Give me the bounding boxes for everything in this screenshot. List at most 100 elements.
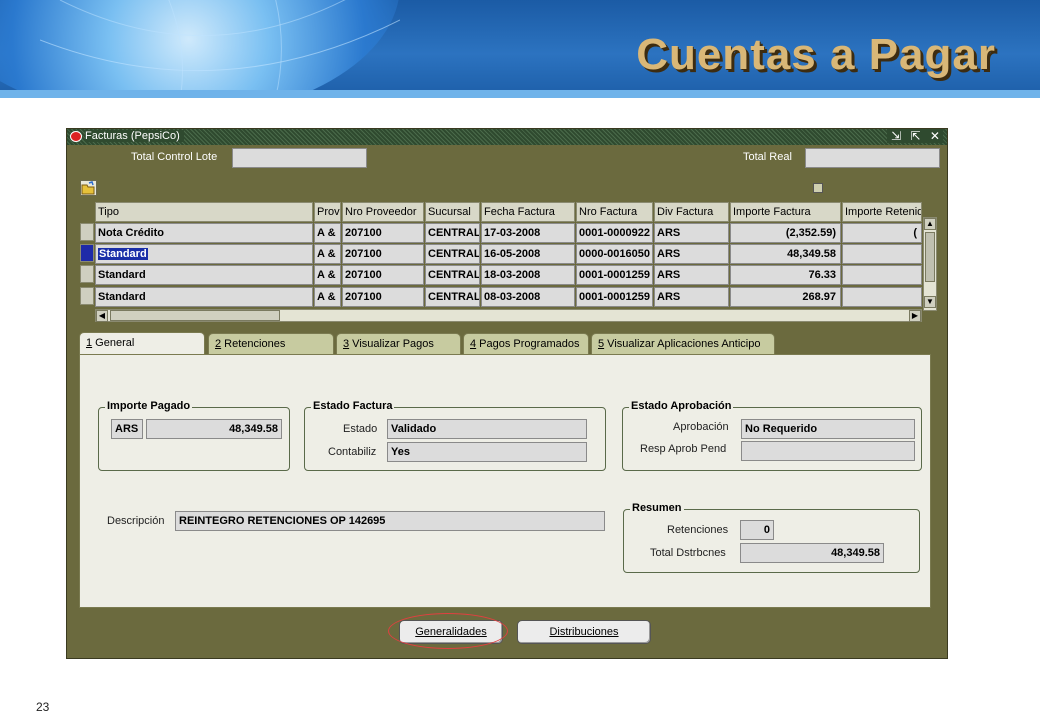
cell-fecha[interactable]: 17-03-2008 xyxy=(481,223,575,243)
row-selector[interactable] xyxy=(80,287,94,305)
contabiliz-field[interactable]: Yes xyxy=(387,442,587,462)
estado-aprobacion-title: Estado Aprobación xyxy=(629,400,734,412)
cell-nro-proveedor[interactable]: 207100 xyxy=(342,223,424,243)
cell-tipo[interactable]: Nota Crédito xyxy=(95,223,313,243)
cell-div[interactable]: ARS xyxy=(654,244,729,264)
tab-visualizar-pagos[interactable]: 3 Visualizar Pagos xyxy=(336,333,461,354)
col-header-nro-factura[interactable]: Nro Factura xyxy=(576,202,653,222)
col-header-fecha-factura[interactable]: Fecha Factura xyxy=(481,202,575,222)
estado-field[interactable]: Validado xyxy=(387,419,587,439)
retenciones-field[interactable]: 0 xyxy=(740,520,774,540)
resumen-title: Resumen xyxy=(630,502,684,514)
cell-prov[interactable]: A & xyxy=(314,244,341,264)
distribuciones-button[interactable]: Distribuciones xyxy=(517,620,651,644)
resumen-group: Resumen Retenciones 0 Total Dstrbcnes 48… xyxy=(623,502,920,573)
tab-label: General xyxy=(92,337,135,349)
cell-nro-proveedor[interactable]: 207100 xyxy=(342,244,424,264)
cell-retenido[interactable]: ( xyxy=(842,223,922,243)
horizontal-scroll-thumb[interactable] xyxy=(110,310,280,321)
cell-nro-proveedor[interactable]: 207100 xyxy=(342,287,424,307)
cell-retenido[interactable] xyxy=(842,287,922,307)
total-dstrbcnes-field[interactable]: 48,349.58 xyxy=(740,543,884,563)
cell-prov[interactable]: A & xyxy=(314,287,341,307)
cell-fecha[interactable]: 08-03-2008 xyxy=(481,287,575,307)
importe-pagado-currency[interactable]: ARS xyxy=(111,419,143,439)
cell-importe[interactable]: 48,349.58 xyxy=(730,244,841,264)
total-real-field[interactable] xyxy=(805,148,940,168)
tab-pagos-programados[interactable]: 4 Pagos Programados xyxy=(463,333,589,354)
resp-aprob-pend-field[interactable] xyxy=(741,441,915,461)
cell-importe[interactable]: 76.33 xyxy=(730,265,841,285)
general-tab-panel: Importe Pagado ARS 48,349.58 Estado Fact… xyxy=(79,354,931,608)
horizontal-scrollbar[interactable]: ◀ ▶ xyxy=(95,309,922,322)
cell-fecha[interactable]: 16-05-2008 xyxy=(481,244,575,264)
cell-fecha[interactable]: 18-03-2008 xyxy=(481,265,575,285)
vertical-scroll-thumb[interactable] xyxy=(925,232,935,282)
contabiliz-label: Contabiliz xyxy=(328,446,377,458)
cell-tipo-selected[interactable]: Standard xyxy=(95,244,313,264)
cell-nro-factura[interactable]: 0001-0000922 xyxy=(576,223,653,243)
folder-icon[interactable] xyxy=(80,180,97,196)
cell-div[interactable]: ARS xyxy=(654,223,729,243)
resp-aprob-pend-label: Resp Aprob Pend xyxy=(640,443,727,455)
retenciones-label: Retenciones xyxy=(667,524,729,536)
col-header-prov[interactable]: Prov xyxy=(314,202,341,222)
vertical-scrollbar[interactable]: ▲ ▼ xyxy=(923,217,937,311)
tab-general[interactable]: 1 General xyxy=(79,332,205,355)
cell-tipo[interactable]: Standard xyxy=(95,287,313,307)
total-real-label: Total Real xyxy=(743,151,792,163)
row-selector[interactable] xyxy=(80,223,94,241)
cell-prov[interactable]: A & xyxy=(314,223,341,243)
importe-pagado-title: Importe Pagado xyxy=(105,400,193,412)
cell-prov[interactable]: A & xyxy=(314,265,341,285)
col-header-sucursal[interactable]: Sucursal xyxy=(425,202,480,222)
cell-nro-proveedor[interactable]: 207100 xyxy=(342,265,424,285)
cell-sucursal[interactable]: CENTRAL xyxy=(425,244,480,264)
total-control-lote-label: Total Control Lote xyxy=(131,151,218,163)
scroll-down-icon[interactable]: ▼ xyxy=(924,296,936,308)
col-header-div-factura[interactable]: Div Factura xyxy=(654,202,729,222)
descripcion-field[interactable]: REINTEGRO RETENCIONES OP 142695 xyxy=(175,511,605,531)
total-control-lote-field[interactable] xyxy=(232,148,367,168)
descripcion-label: Descripción xyxy=(107,515,165,527)
header-stripe xyxy=(0,90,1040,98)
tab-label: Visualizar Pagos xyxy=(349,338,434,350)
importe-pagado-amount[interactable]: 48,349.58 xyxy=(146,419,282,439)
row-selector[interactable] xyxy=(80,265,94,283)
estado-label: Estado xyxy=(343,423,378,435)
scroll-up-icon[interactable]: ▲ xyxy=(924,218,936,230)
tab-retenciones[interactable]: 2 Retenciones xyxy=(208,333,334,354)
cell-div[interactable]: ARS xyxy=(654,287,729,307)
cell-nro-factura[interactable]: 0001-0001259 xyxy=(576,265,653,285)
globe-grid-lines xyxy=(40,0,400,98)
col-header-nro-proveedor[interactable]: Nro Proveedor xyxy=(342,202,424,222)
cell-importe[interactable]: 268.97 xyxy=(730,287,841,307)
aprobacion-field[interactable]: No Requerido xyxy=(741,419,915,439)
oracle-icon xyxy=(70,131,82,142)
cell-div[interactable]: ARS xyxy=(654,265,729,285)
estado-aprobacion-group: Estado Aprobación Aprobación No Requerid… xyxy=(622,400,922,471)
scroll-left-icon[interactable]: ◀ xyxy=(96,310,108,322)
col-header-tipo[interactable]: Tipo xyxy=(95,202,313,222)
cell-retenido[interactable] xyxy=(842,265,922,285)
cell-nro-factura[interactable]: 0000-0016050 xyxy=(576,244,653,264)
slide-header: Cuentas a Pagar xyxy=(0,0,1040,98)
cell-sucursal[interactable]: CENTRAL xyxy=(425,223,480,243)
cell-sucursal[interactable]: CENTRAL xyxy=(425,265,480,285)
tab-label: Visualizar Aplicaciones Anticipo xyxy=(604,338,761,350)
window-controls-icon[interactable]: ⇲ ⇱ ✕ xyxy=(887,129,943,143)
row-selector-active[interactable] xyxy=(80,244,94,262)
col-header-importe-retenido[interactable]: Importe Retenido xyxy=(842,202,922,222)
slide-title: Cuentas a Pagar xyxy=(636,30,996,79)
cell-retenido[interactable] xyxy=(842,244,922,264)
tab-visualizar-aplicaciones[interactable]: 5 Visualizar Aplicaciones Anticipo xyxy=(591,333,775,354)
cell-nro-factura[interactable]: 0001-0001259 xyxy=(576,287,653,307)
cell-tipo[interactable]: Standard xyxy=(95,265,313,285)
scroll-right-icon[interactable]: ▶ xyxy=(909,310,921,322)
col-header-importe-factura[interactable]: Importe Factura xyxy=(730,202,841,222)
filter-checkbox[interactable] xyxy=(813,183,823,193)
window-titlebar[interactable]: Facturas (PepsiCo) ⇲ ⇱ ✕ xyxy=(67,129,947,145)
estado-factura-group: Estado Factura Estado Validado Contabili… xyxy=(304,400,606,471)
cell-sucursal[interactable]: CENTRAL xyxy=(425,287,480,307)
cell-importe[interactable]: (2,352.59) xyxy=(730,223,841,243)
